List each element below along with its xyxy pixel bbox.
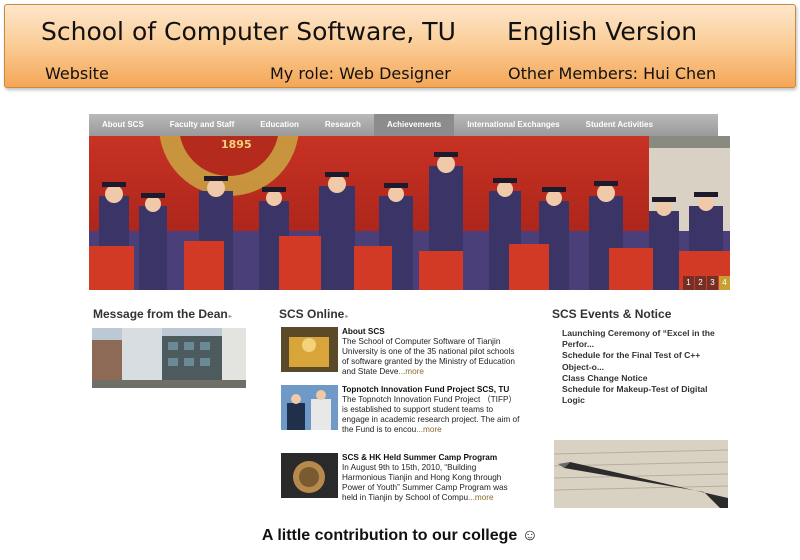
main-nav: About SCS Faculty and Staff Education Re… [89, 114, 718, 136]
news-thumbnail [281, 453, 338, 498]
nav-item-faculty[interactable]: Faculty and Staff [157, 114, 247, 136]
event-link[interactable]: Schedule for the Final Test of C++ Objec… [562, 350, 732, 372]
more-link[interactable]: ...more [398, 367, 423, 376]
news-thumbnail [281, 327, 338, 372]
news-item[interactable]: About SCS The School of Computer Softwar… [281, 327, 521, 383]
hero-page-2[interactable]: 2 [695, 276, 706, 290]
events-heading-label: SCS Events & Notice [552, 307, 672, 321]
hero-sign-text: 1895 [221, 138, 252, 151]
event-link[interactable]: Schedule for Makeup-Test of Digital Logi… [562, 384, 732, 406]
more-link[interactable]: ...more [416, 425, 441, 434]
events-heading[interactable]: SCS Events & Notice [552, 307, 671, 321]
pen-paper-photo [554, 440, 728, 508]
hero-page-4[interactable]: 4 [719, 276, 730, 290]
nav-item-student-activities[interactable]: Student Activities [573, 114, 666, 136]
banner-version: English Version [507, 17, 698, 46]
dean-building-photo [92, 328, 246, 388]
nav-item-achievements[interactable]: Achievements [373, 114, 455, 136]
hero-graduation-photo: 1895 1 2 3 4 [89, 136, 730, 290]
nav-item-international[interactable]: International Exchanges [454, 114, 572, 136]
news-body: The School of Computer Software of Tianj… [342, 337, 515, 376]
footer-caption: A little contribution to our college ☺ [261, 527, 539, 544]
hero-page-1[interactable]: 1 [683, 276, 694, 290]
chevron-right-icon: ▸ [228, 314, 232, 320]
news-title[interactable]: Topnotch Innovation Fund Project SCS, TU [342, 385, 520, 395]
dean-heading-label: Message from the Dean [93, 307, 228, 321]
banner-website-label: Website [45, 64, 109, 83]
hero-page-3[interactable]: 3 [707, 276, 718, 290]
online-heading[interactable]: SCS Online▸ [279, 307, 348, 321]
news-title[interactable]: SCS & HK Held Summer Camp Program [342, 453, 520, 463]
banner-title: School of Computer Software, TU [41, 17, 456, 46]
news-thumbnail [281, 385, 338, 430]
more-link[interactable]: ...more [468, 493, 493, 502]
nav-item-about[interactable]: About SCS [89, 114, 157, 136]
news-item[interactable]: SCS & HK Held Summer Camp Program In Aug… [281, 453, 521, 509]
chevron-right-icon: ▸ [345, 314, 349, 320]
hero-pager: 1 2 3 4 [682, 276, 730, 290]
news-title[interactable]: About SCS [342, 327, 520, 337]
nav-item-education[interactable]: Education [247, 114, 312, 136]
website-screenshot: About SCS Faculty and Staff Education Re… [89, 114, 730, 512]
events-list: Launching Ceremony of “Excel in the Perf… [562, 328, 732, 406]
online-heading-label: SCS Online [279, 307, 345, 321]
news-item[interactable]: Topnotch Innovation Fund Project SCS, TU… [281, 385, 521, 450]
header-banner: School of Computer Software, TU English … [4, 4, 796, 88]
event-link[interactable]: Class Change Notice [562, 373, 732, 384]
banner-role: My role: Web Designer [270, 64, 451, 83]
dean-heading[interactable]: Message from the Dean▸ [93, 307, 232, 321]
event-link[interactable]: Launching Ceremony of “Excel in the Perf… [562, 328, 732, 350]
nav-item-research[interactable]: Research [312, 114, 374, 136]
banner-members: Other Members: Hui Chen [508, 64, 717, 83]
